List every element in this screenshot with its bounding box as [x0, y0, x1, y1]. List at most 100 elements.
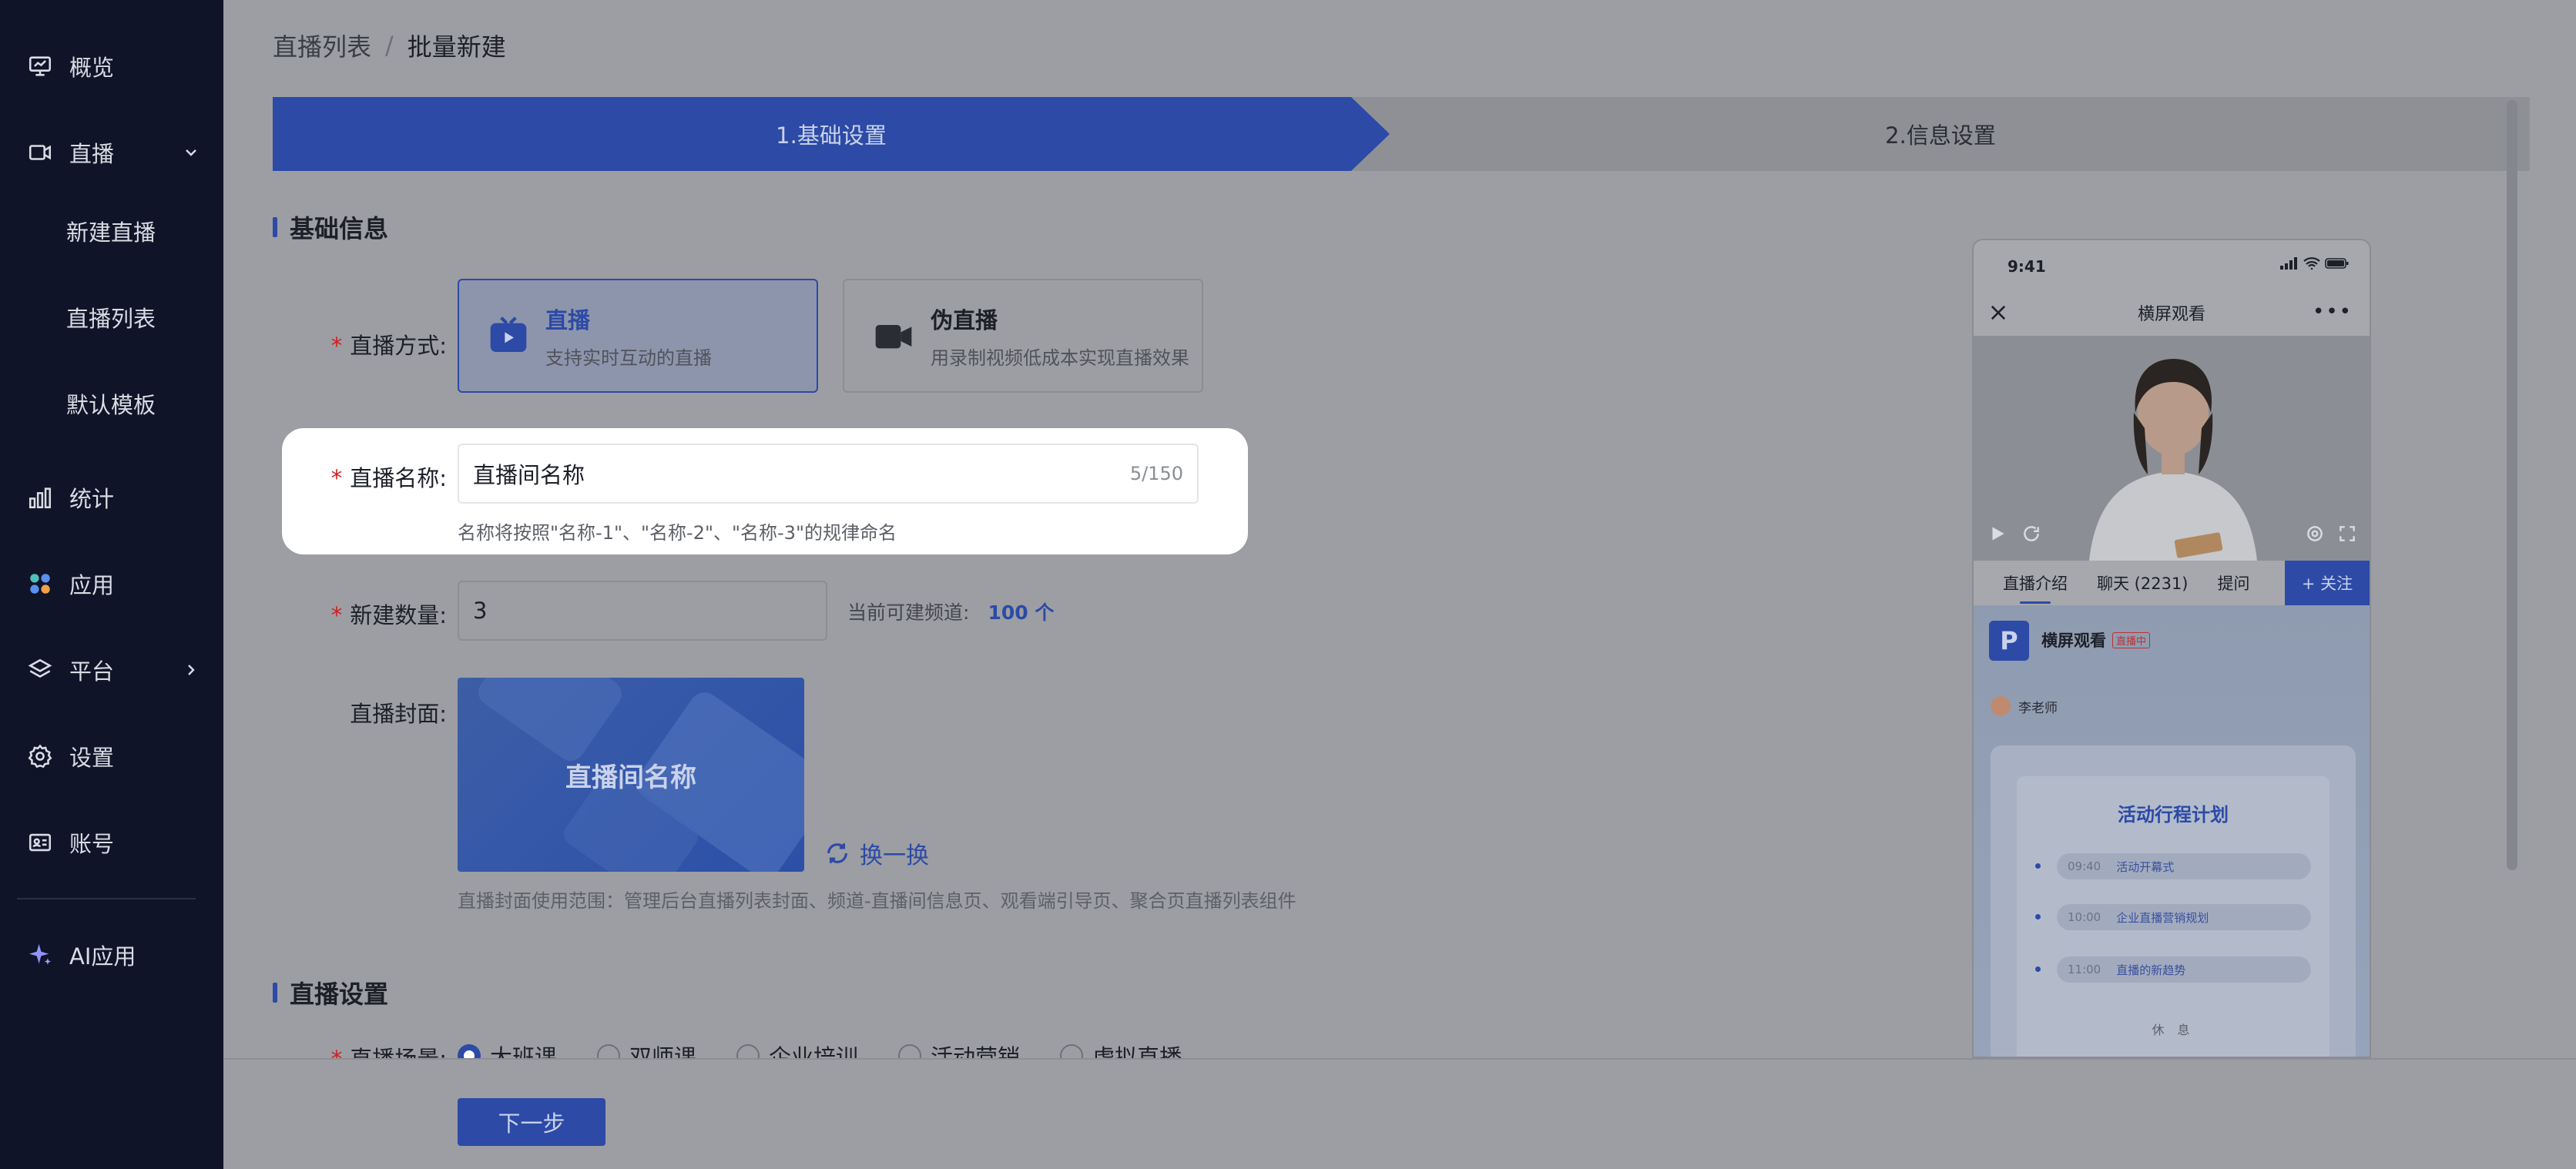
- follow-button[interactable]: + 关注: [2285, 561, 2370, 605]
- sidebar: 概览 直播 新建直播 直播列表 默认模板 统计 应用 平台 设置 账号 AI应用: [0, 0, 223, 1169]
- step-indicator: 2.信息设置 1.基础设置: [273, 97, 2530, 171]
- schedule-time: 09:40: [2068, 859, 2101, 873]
- cover-image[interactable]: 直播间名称: [458, 678, 804, 872]
- channel-title-text: 横屏观看: [2041, 631, 2106, 650]
- phone-intro-panel: P 横屏观看 直播中 李老师 活动行程计划 09:40 活动开幕式 10:00 企业…: [1974, 605, 2370, 1057]
- sidebar-subitem-live-list[interactable]: 直播列表: [66, 294, 156, 340]
- refresh-icon: [827, 843, 847, 863]
- sidebar-item-ai-apps[interactable]: AI应用: [0, 924, 223, 986]
- channel-quota-label: 当前可建频道:: [847, 601, 970, 624]
- stats-icon: [26, 484, 54, 511]
- swap-cover-label: 换一换: [860, 842, 929, 869]
- required-mark: *: [330, 465, 343, 491]
- sidebar-item-live[interactable]: 直播: [0, 122, 223, 183]
- gear-icon: [2307, 526, 2323, 541]
- layers-icon: [26, 656, 54, 684]
- char-counter: 5/150: [1129, 463, 1183, 484]
- sidebar-item-settings[interactable]: 设置: [0, 725, 223, 787]
- chevron-right-icon: [188, 665, 195, 675]
- next-step-button[interactable]: 下一步: [458, 1098, 605, 1146]
- status-time: 9:41: [2007, 257, 2046, 276]
- channel-title: 横屏观看 直播中: [2041, 628, 2151, 651]
- cover-label-text: 直播封面:: [350, 701, 447, 727]
- swap-cover-button[interactable]: 换一换: [824, 836, 929, 870]
- schedule-break: 休 息: [2152, 1023, 2195, 1037]
- section-title-text: 直播设置: [290, 980, 389, 1009]
- phone-nav-bar: 横屏观看 •••: [1974, 290, 2370, 336]
- sidebar-item-apps[interactable]: 应用: [0, 553, 223, 615]
- sidebar-item-label: 统计: [69, 486, 115, 512]
- video-camera-icon: [875, 325, 912, 349]
- main-content: 直播列表 / 批量新建 2.信息设置 1.基础设置 基础信息 * 直播方式: 直播…: [223, 0, 2576, 1169]
- phone-tab-intro[interactable]: 直播介绍: [2003, 571, 2068, 604]
- phone-tab-questions[interactable]: 提问: [2218, 571, 2250, 595]
- section-marker: [273, 983, 277, 1003]
- step-basic-settings: 1.基础设置: [273, 97, 1390, 171]
- sidebar-item-label: 平台: [69, 658, 115, 685]
- teacher-info: 李老师: [1991, 696, 2058, 716]
- close-icon: [1991, 305, 2006, 320]
- schedule-time: 11:00: [2068, 963, 2101, 976]
- section-marker: [273, 217, 277, 237]
- sidebar-item-stats[interactable]: 统计: [0, 467, 223, 528]
- sidebar-item-account[interactable]: 账号: [0, 812, 223, 873]
- channel-quota-value: 100 个: [988, 601, 1055, 624]
- mode-option-pseudo-live[interactable]: 伪直播 用录制视频低成本实现直播效果: [843, 279, 1203, 393]
- required-mark: *: [330, 602, 343, 628]
- chevron-down-icon: [186, 149, 196, 156]
- schedule-item: 11:00 直播的新趋势: [2035, 956, 2311, 983]
- sidebar-divider: [17, 898, 196, 899]
- breadcrumb-parent-link[interactable]: 直播列表: [273, 28, 371, 63]
- scrollbar[interactable]: [2507, 100, 2517, 870]
- sidebar-item-label: 账号: [69, 831, 115, 857]
- schedule-card: 活动行程计划 09:40 活动开幕式 10:00 企业直播营销规划 11:00 直播的…: [1991, 745, 2356, 1057]
- status-icons: [2280, 257, 2350, 270]
- name-label-text: 直播名称:: [350, 465, 447, 491]
- teacher-name: 李老师: [2018, 700, 2058, 716]
- breadcrumb-current: 批量新建: [407, 32, 506, 62]
- cover-hint: 直播封面使用范围：管理后台直播列表封面、频道-直播间信息页、观看端引导页、聚合页…: [458, 890, 1296, 912]
- replay-icon: [2024, 526, 2039, 541]
- sidebar-item-platform[interactable]: 平台: [0, 639, 223, 701]
- schedule-text: 企业直播营销规划: [2116, 910, 2209, 925]
- mode-option-live[interactable]: 直播 支持实时互动的直播: [458, 279, 818, 393]
- quantity-input[interactable]: 3: [458, 581, 827, 641]
- mode-option-desc: 用录制视频低成本实现直播效果: [931, 347, 1189, 369]
- mode-option-desc: 支持实时互动的直播: [545, 347, 712, 369]
- wifi-icon: [2303, 257, 2320, 270]
- live-name-value: 直播间名称: [473, 462, 585, 488]
- schedule-item: 09:40 活动开幕式: [2035, 853, 2311, 879]
- sidebar-item-label: 设置: [69, 745, 115, 771]
- phone-status-bar: 9:41: [1974, 240, 2370, 290]
- sidebar-subitem-default-template[interactable]: 默认模板: [66, 380, 156, 427]
- id-card-icon: [26, 829, 54, 856]
- more-icon: •••: [2312, 300, 2353, 323]
- timeline-dot: [2035, 914, 2041, 919]
- play-icon: [1992, 527, 2004, 541]
- channel-quota-note: 当前可建频道: 100 个: [847, 598, 1054, 625]
- mode-label: * 直播方式:: [293, 328, 447, 360]
- phone-tabs: 直播介绍 聊天 (2231) 提问 + 关注: [1974, 561, 2370, 605]
- live-name-input[interactable]: 直播间名称 5/150: [458, 444, 1199, 504]
- footer-bar: 下一步: [223, 1058, 2576, 1169]
- schedule-text: 活动开幕式: [2116, 859, 2175, 874]
- required-mark: *: [330, 333, 343, 359]
- qty-label: * 新建数量:: [293, 598, 447, 630]
- breadcrumb: 直播列表 / 批量新建: [273, 28, 506, 63]
- apps-icon: [26, 570, 54, 598]
- sidebar-subitem-new-live[interactable]: 新建直播: [66, 208, 156, 254]
- section-title-basic: 基础信息: [273, 209, 388, 245]
- tv-icon: [490, 317, 527, 352]
- mode-label-text: 直播方式:: [350, 333, 447, 359]
- mode-option-live-text: 直播 支持实时互动的直播: [545, 303, 712, 370]
- schedule-item: 10:00 企业直播营销规划: [2035, 904, 2311, 930]
- live-status-badge: 直播中: [2112, 631, 2151, 648]
- phone-tab-chat[interactable]: 聊天 (2231): [2097, 571, 2189, 595]
- breadcrumb-separator: /: [385, 31, 394, 60]
- timeline-dot: [2035, 966, 2041, 972]
- sidebar-item-overview[interactable]: 概览: [0, 35, 223, 97]
- section-title-text: 基础信息: [290, 214, 389, 243]
- schedule-text: 直播的新趋势: [2116, 963, 2186, 977]
- sidebar-item-label: 直播: [69, 141, 115, 167]
- sparkle-icon: [26, 941, 54, 969]
